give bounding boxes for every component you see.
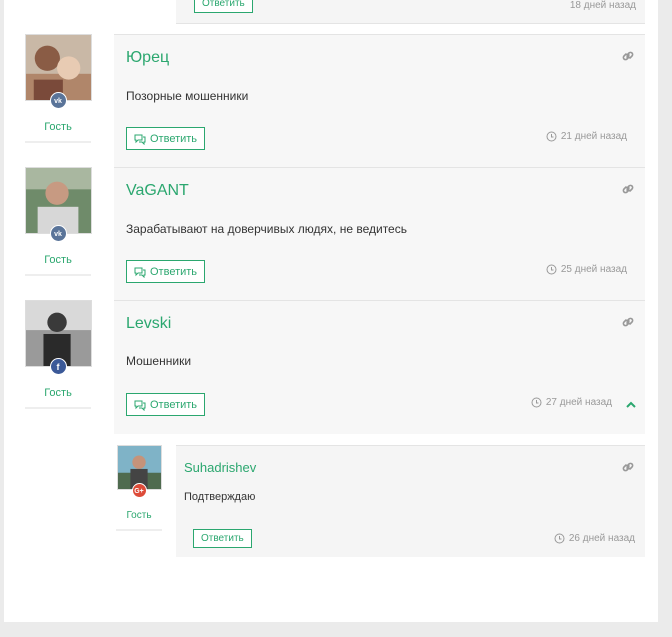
comment-time: 25 дней назад — [546, 264, 627, 275]
comment-body: Suhadrishev Подтверждаю Ответить 26 дней… — [176, 445, 645, 557]
comment-author[interactable]: Suhadrishev — [184, 460, 256, 475]
facebook-icon: f — [49, 358, 67, 375]
comment-time: 21 дней назад — [546, 131, 627, 142]
chevron-up-icon[interactable] — [625, 400, 637, 410]
user-role: Гость — [116, 510, 162, 531]
comment-author[interactable]: VaGANT — [126, 182, 189, 200]
user-role: Гость — [25, 387, 91, 409]
clock-icon — [531, 397, 542, 408]
comment-time-text: 25 дней назад — [560, 264, 627, 275]
reply-button-label: Ответить — [150, 132, 198, 145]
comment-time: 27 дней назад — [531, 397, 612, 408]
comment-text: Подтверждаю — [184, 491, 256, 503]
reply-button[interactable]: Ответить — [193, 529, 252, 548]
comment: f Гость Levski Мошенники Ответить 27 дне… — [22, 300, 645, 434]
comment-author[interactable]: Levski — [126, 315, 171, 333]
comment-body: Юрец Позорные мошенники Ответить 21 дней… — [114, 34, 645, 168]
clock-icon — [546, 131, 557, 142]
comment-author-column: vk Гость — [22, 167, 94, 276]
reply-button-label: Ответить — [150, 398, 198, 411]
comment-author[interactable]: Юрец — [126, 49, 169, 67]
comment: vk Гость VaGANT Зарабатывают на доверчив… — [22, 167, 645, 301]
avatar[interactable] — [24, 167, 92, 234]
avatar[interactable] — [24, 300, 92, 367]
comment-time-text: 26 дней назад — [568, 533, 635, 544]
comment-time-text: 27 дней назад — [545, 397, 612, 408]
link-icon[interactable] — [621, 182, 635, 196]
comment-author-column: vk Гость — [22, 34, 94, 143]
comments-icon — [134, 134, 146, 145]
comment-time-text: 21 дней назад — [560, 131, 627, 142]
comment-author-column: G+ Гость — [114, 445, 164, 531]
clock-icon — [546, 264, 557, 275]
comment-author-column: f Гость — [22, 300, 94, 409]
reply-button[interactable]: Ответить — [194, 0, 253, 13]
link-icon[interactable] — [621, 49, 635, 63]
vk-icon: vk — [49, 225, 67, 242]
comments-icon — [134, 400, 146, 411]
user-role: Гость — [25, 121, 91, 143]
reply-button[interactable]: Ответить — [126, 260, 206, 283]
avatar[interactable] — [24, 34, 92, 101]
comment-time: 26 дней назад — [554, 533, 635, 544]
reply-button[interactable]: Ответить — [126, 393, 206, 416]
comment-time: 18 дней назад — [569, 0, 636, 11]
vk-icon: vk — [49, 92, 67, 109]
link-icon[interactable] — [621, 460, 635, 474]
clock-icon — [554, 533, 565, 544]
link-icon[interactable] — [621, 315, 635, 329]
comment-text: Позорные мошенники — [126, 89, 249, 103]
comments-panel: Ответить 18 дней назад vk Гость Юрец Поз… — [4, 0, 658, 622]
comment-text: Зарабатывают на доверчивых людях, не вед… — [126, 222, 407, 236]
comment-body: Levski Мошенники Ответить 27 дней назад — [114, 300, 645, 434]
reply-button-label: Ответить — [150, 265, 198, 278]
google-plus-icon: G+ — [131, 483, 147, 498]
comment-body: VaGANT Зарабатывают на доверчивых людях,… — [114, 167, 645, 301]
user-role: Гость — [25, 254, 91, 276]
partial-reply: Ответить 18 дней назад — [176, 0, 645, 24]
comments-icon — [134, 267, 146, 278]
comment: vk Гость Юрец Позорные мошенники Ответит… — [22, 34, 645, 168]
comment-text: Мошенники — [126, 354, 192, 368]
reply-button[interactable]: Ответить — [126, 127, 206, 150]
